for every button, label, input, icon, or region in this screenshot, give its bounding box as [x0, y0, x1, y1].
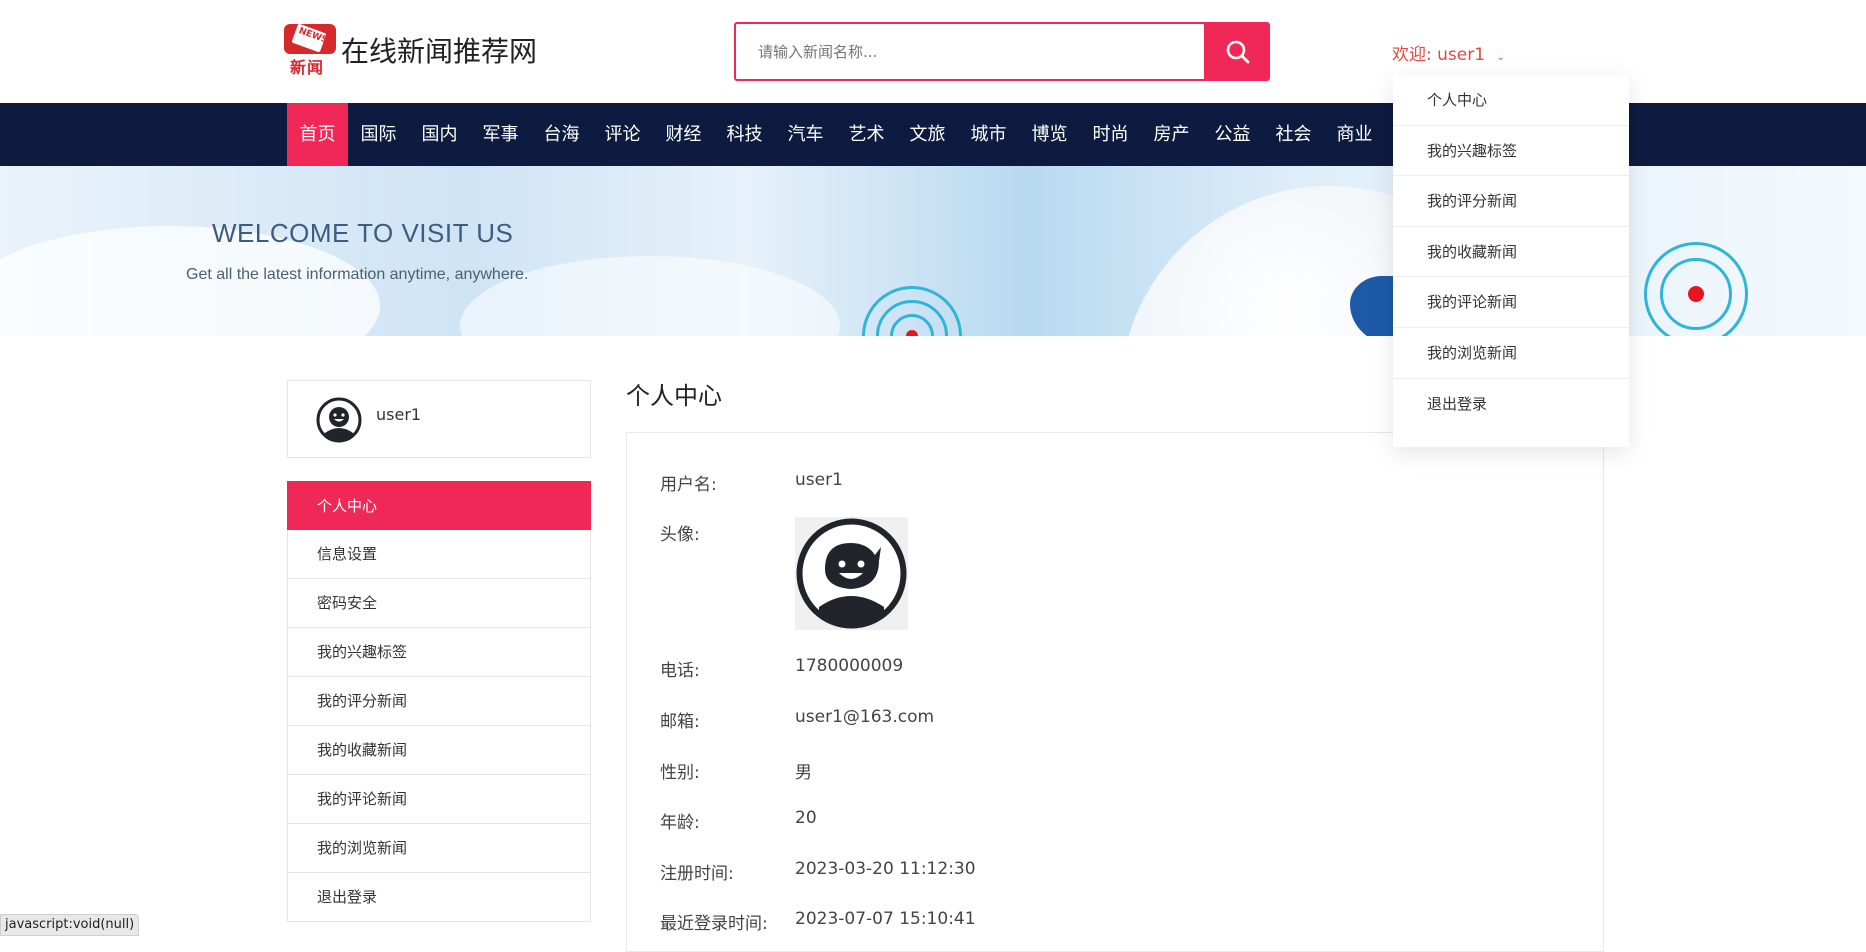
side-menu-item-5[interactable]: 我的收藏新闻 [287, 726, 591, 775]
avatar-face-icon [316, 397, 362, 443]
signal-dot [906, 330, 918, 336]
profile-field-label: 注册时间: [660, 864, 734, 884]
nav-item-14[interactable]: 房产 [1141, 103, 1202, 166]
nav-item-7[interactable]: 科技 [714, 103, 775, 166]
side-menu-item-8[interactable]: 退出登录 [287, 873, 591, 922]
signal-dot [1688, 286, 1704, 302]
profile-field-label: 邮箱: [660, 712, 700, 732]
site-title[interactable]: 在线新闻推荐网 [341, 30, 537, 70]
dropdown-item-5[interactable]: 我的浏览新闻 [1393, 328, 1629, 379]
chevron-down-icon: ⌄ [1496, 52, 1505, 63]
profile-field-label: 头像: [660, 525, 700, 545]
welcome-username: user1 [1437, 45, 1486, 65]
side-menu-item-6[interactable]: 我的评论新闻 [287, 775, 591, 824]
nav-item-8[interactable]: 汽车 [775, 103, 836, 166]
nav-item-17[interactable]: 商业 [1324, 103, 1385, 166]
profile-field-value: 2023-07-07 15:10:41 [795, 909, 976, 929]
nav-item-6[interactable]: 财经 [653, 103, 714, 166]
side-menu-item-7[interactable]: 我的浏览新闻 [287, 824, 591, 873]
dropdown-item-6[interactable]: 退出登录 [1393, 379, 1629, 430]
side-menu-item-4[interactable]: 我的评分新闻 [287, 677, 591, 726]
profile-field-label: 用户名: [660, 475, 717, 495]
search-button[interactable] [1206, 22, 1270, 81]
browser-status-bar: javascript:void(null) [0, 914, 140, 936]
search-icon [1226, 40, 1250, 63]
side-menu-item-3[interactable]: 我的兴趣标签 [287, 628, 591, 677]
banner-title: WELCOME TO VISIT US [212, 218, 514, 248]
search-box [734, 22, 1206, 81]
nav-item-3[interactable]: 军事 [470, 103, 531, 166]
profile-field-label: 性别: [660, 763, 700, 783]
nav-item-9[interactable]: 艺术 [836, 103, 897, 166]
welcome-prefix: 欢迎: [1392, 45, 1432, 65]
side-menu-item-2[interactable]: 密码安全 [287, 579, 591, 628]
page-title: 个人中心 [626, 382, 722, 410]
dropdown-item-2[interactable]: 我的评分新闻 [1393, 176, 1629, 227]
profile-field-value: 1780000009 [795, 656, 904, 676]
nav-item-2[interactable]: 国内 [409, 103, 470, 166]
nav-item-1[interactable]: 国际 [348, 103, 409, 166]
user-dropdown-menu: 个人中心 我的兴趣标签 我的评分新闻 我的收藏新闻 我的评论新闻 我的浏览新闻 退出登录 [1393, 75, 1629, 447]
nav-item-13[interactable]: 时尚 [1080, 103, 1141, 166]
avatar-face-icon [796, 518, 907, 629]
profile-field-value: 男 [795, 763, 812, 783]
nav-item-15[interactable]: 公益 [1202, 103, 1263, 166]
side-menu-item-0[interactable]: 个人中心 [287, 481, 591, 530]
profile-field-value: 20 [795, 808, 817, 828]
dropdown-item-1[interactable]: 我的兴趣标签 [1393, 126, 1629, 177]
side-menu-item-1[interactable]: 信息设置 [287, 530, 591, 579]
side-menu: 个人中心 信息设置 密码安全 我的兴趣标签 我的评分新闻 我的收藏新闻 我的评论新闻 我的浏览… [287, 481, 591, 922]
user-card-name: user1 [376, 405, 422, 424]
profile-field-value: user1@163.com [795, 707, 935, 727]
nav-item-5[interactable]: 评论 [592, 103, 653, 166]
nav-item-11[interactable]: 城市 [958, 103, 1019, 166]
user-card: user1 [287, 380, 591, 458]
profile-field-label: 电话: [660, 661, 700, 681]
nav-item-10[interactable]: 文旅 [897, 103, 958, 166]
profile-field-label: 年龄: [660, 813, 700, 833]
nav-item-16[interactable]: 社会 [1263, 103, 1324, 166]
welcome-user-menu[interactable]: 欢迎: user1 ⌄ [1392, 40, 1505, 65]
dropdown-item-4[interactable]: 我的评论新闻 [1393, 277, 1629, 328]
dropdown-item-3[interactable]: 我的收藏新闻 [1393, 227, 1629, 278]
profile-field-value: user1 [795, 470, 843, 490]
nav-item-4[interactable]: 台海 [531, 103, 592, 166]
search-input[interactable] [736, 24, 1204, 79]
banner-subtitle: Get all the latest information anytime, … [186, 266, 529, 283]
dropdown-item-0[interactable]: 个人中心 [1393, 75, 1629, 126]
logo-cn-text: 新闻 [290, 58, 325, 77]
profile-info-panel [626, 432, 1604, 952]
nav-item-0[interactable]: 首页 [287, 103, 348, 166]
site-logo[interactable]: NEWS 新闻 [284, 23, 336, 77]
profile-field-label: 最近登录时间: [660, 914, 768, 934]
profile-field-value: 2023-03-20 11:12:30 [795, 859, 976, 879]
profile-avatar [795, 517, 908, 630]
nav-item-12[interactable]: 博览 [1019, 103, 1080, 166]
